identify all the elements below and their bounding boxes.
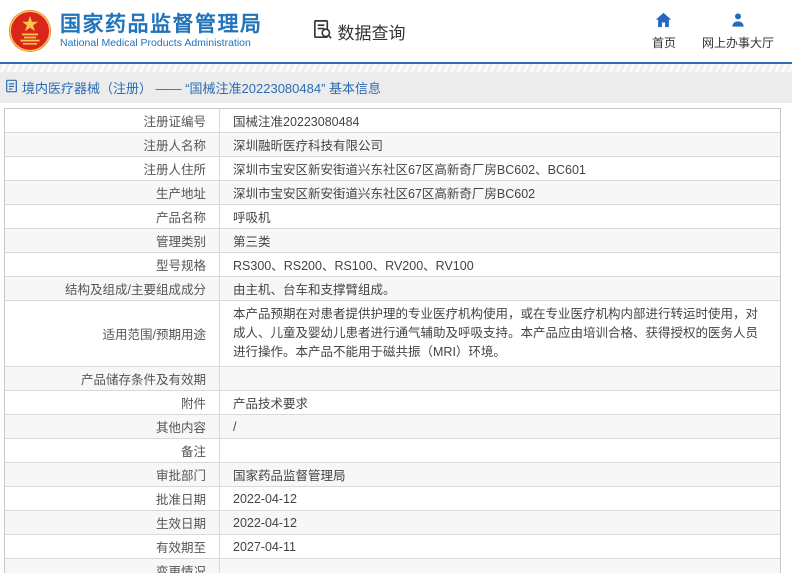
table-row: 产品名称呼吸机 <box>5 205 780 229</box>
row-label: 产品储存条件及有效期 <box>5 367 220 390</box>
row-value: 本产品预期在对患者提供护理的专业医疗机构使用，或在专业医疗机构内部进行转运时使用… <box>220 301 780 366</box>
title-block: 国家药品监督管理局 National Medical Products Admi… <box>60 13 263 50</box>
row-label: 审批部门 <box>5 463 220 486</box>
row-value: / <box>220 415 780 438</box>
row-value: 产品技术要求 <box>220 391 780 414</box>
row-label: 管理类别 <box>5 229 220 252</box>
site-subtitle: National Medical Products Administration <box>60 37 263 50</box>
site-header: 国家药品监督管理局 National Medical Products Admi… <box>0 0 792 62</box>
table-row: 备注 <box>5 439 780 463</box>
row-label: 产品名称 <box>5 205 220 228</box>
main-content: 注册证编号国械注准20223080484注册人名称深圳融昕医疗科技有限公司注册人… <box>4 108 781 573</box>
national-emblem-icon <box>8 9 52 53</box>
row-value: 深圳市宝安区新安街道兴东社区67区高新奇厂房BC602、BC601 <box>220 157 780 180</box>
site-title: 国家药品监督管理局 <box>60 13 263 37</box>
table-row: 注册人住所深圳市宝安区新安街道兴东社区67区高新奇厂房BC602、BC601 <box>5 157 780 181</box>
row-value: 2022-04-12 <box>220 511 780 534</box>
nav-home-label: 首页 <box>652 34 676 51</box>
row-label: 注册人住所 <box>5 157 220 180</box>
table-row: 结构及组成/主要组成成分由主机、台车和支撑臂组成。 <box>5 277 780 301</box>
table-row: 注册人名称深圳融昕医疗科技有限公司 <box>5 133 780 157</box>
data-query-section[interactable]: 数据查询 <box>311 18 406 44</box>
row-label: 生产地址 <box>5 181 220 204</box>
document-icon <box>5 79 18 96</box>
table-row: 型号规格RS300、RS200、RS100、RV200、RV100 <box>5 253 780 277</box>
table-row: 批准日期2022-04-12 <box>5 487 780 511</box>
row-value: 2022-04-12 <box>220 487 780 510</box>
row-value: 2027-04-11 <box>220 535 780 558</box>
table-row: 适用范围/预期用途本产品预期在对患者提供护理的专业医疗机构使用，或在专业医疗机构… <box>5 301 780 367</box>
info-table: 注册证编号国械注准20223080484注册人名称深圳融昕医疗科技有限公司注册人… <box>4 108 781 573</box>
row-label: 批准日期 <box>5 487 220 510</box>
row-value <box>220 367 780 390</box>
table-row: 审批部门国家药品监督管理局 <box>5 463 780 487</box>
row-value: 深圳融昕医疗科技有限公司 <box>220 133 780 156</box>
row-value: 国械注准20223080484 <box>220 109 780 132</box>
breadcrumb-text: 境内医疗器械（注册） —— “国械注准20223080484” 基本信息 <box>22 78 381 97</box>
user-icon <box>730 12 746 31</box>
row-label: 备注 <box>5 439 220 462</box>
row-label: 其他内容 <box>5 415 220 438</box>
row-label: 注册证编号 <box>5 109 220 132</box>
row-label: 型号规格 <box>5 253 220 276</box>
nav-service-hall-label: 网上办事大厅 <box>702 34 774 51</box>
row-label: 附件 <box>5 391 220 414</box>
row-label: 变更情况 <box>5 559 220 573</box>
table-row: 有效期至2027-04-11 <box>5 535 780 559</box>
breadcrumb: 境内医疗器械（注册） —— “国械注准20223080484” 基本信息 <box>0 72 792 103</box>
row-value: 第三类 <box>220 229 780 252</box>
table-row: 其他内容/ <box>5 415 780 439</box>
row-value: 呼吸机 <box>220 205 780 228</box>
home-icon <box>655 12 672 31</box>
data-query-icon <box>311 18 334 44</box>
table-row: 管理类别第三类 <box>5 229 780 253</box>
row-value <box>220 439 780 462</box>
row-label: 适用范围/预期用途 <box>5 301 220 366</box>
table-row: 注册证编号国械注准20223080484 <box>5 109 780 133</box>
header-nav: 首页 网上办事大厅 <box>652 12 774 51</box>
table-row: 变更情况 <box>5 559 780 573</box>
table-row: 生效日期2022-04-12 <box>5 511 780 535</box>
row-label: 有效期至 <box>5 535 220 558</box>
table-row: 生产地址深圳市宝安区新安街道兴东社区67区高新奇厂房BC602 <box>5 181 780 205</box>
row-value <box>220 559 780 573</box>
hatch-band <box>0 64 792 72</box>
row-value: 由主机、台车和支撑臂组成。 <box>220 277 780 300</box>
nav-home[interactable]: 首页 <box>652 12 676 51</box>
nav-service-hall[interactable]: 网上办事大厅 <box>702 12 774 51</box>
row-value: 国家药品监督管理局 <box>220 463 780 486</box>
row-label: 结构及组成/主要组成成分 <box>5 277 220 300</box>
data-query-label: 数据查询 <box>338 19 406 44</box>
row-label: 生效日期 <box>5 511 220 534</box>
table-row: 产品储存条件及有效期 <box>5 367 780 391</box>
row-value: 深圳市宝安区新安街道兴东社区67区高新奇厂房BC602 <box>220 181 780 204</box>
table-row: 附件产品技术要求 <box>5 391 780 415</box>
row-value: RS300、RS200、RS100、RV200、RV100 <box>220 253 780 276</box>
row-label: 注册人名称 <box>5 133 220 156</box>
site-logo[interactable]: 国家药品监督管理局 National Medical Products Admi… <box>8 9 263 53</box>
